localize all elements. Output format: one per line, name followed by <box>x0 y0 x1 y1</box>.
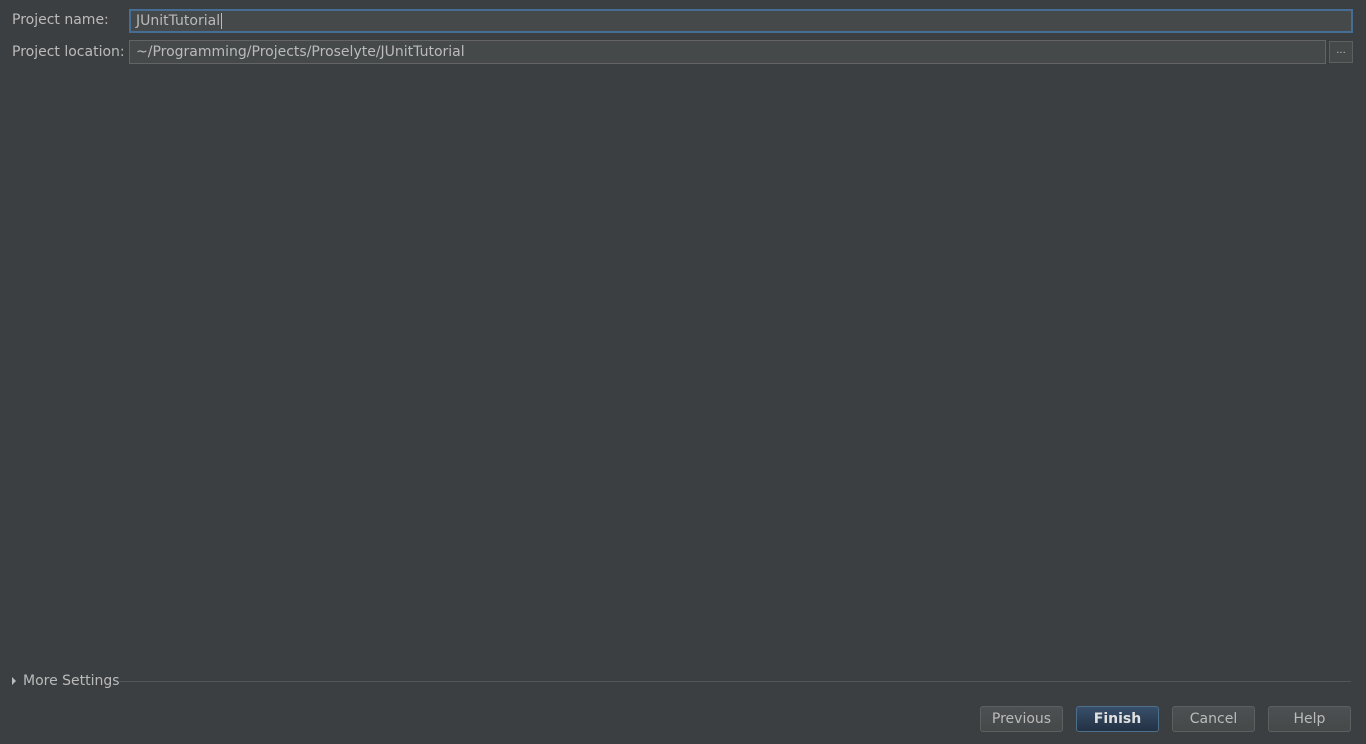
finish-button[interactable]: Finish <box>1076 706 1159 732</box>
project-location-value: ~/Programming/Projects/Proselyte/JUnitTu… <box>136 44 465 60</box>
project-location-label: Project location: <box>12 44 125 60</box>
more-settings-toggle[interactable]: More Settings <box>12 670 120 692</box>
new-project-dialog-page: Project name: JUnitTutorial Project loca… <box>0 0 1366 744</box>
triangle-right-icon <box>12 677 16 685</box>
more-settings-separator <box>118 681 1351 682</box>
text-caret <box>221 13 223 29</box>
help-button[interactable]: Help <box>1268 706 1351 732</box>
project-name-label: Project name: <box>12 12 109 28</box>
project-location-input[interactable]: ~/Programming/Projects/Proselyte/JUnitTu… <box>129 40 1326 64</box>
project-name-value: JUnitTutorial <box>136 13 221 29</box>
browse-button[interactable]: ... <box>1329 41 1353 63</box>
more-settings-label: More Settings <box>23 673 120 689</box>
cancel-button[interactable]: Cancel <box>1172 706 1255 732</box>
project-name-row: Project name: <box>12 8 129 32</box>
project-location-row: Project location: <box>12 40 129 64</box>
project-name-input[interactable]: JUnitTutorial <box>129 9 1353 33</box>
previous-button[interactable]: Previous <box>980 706 1063 732</box>
